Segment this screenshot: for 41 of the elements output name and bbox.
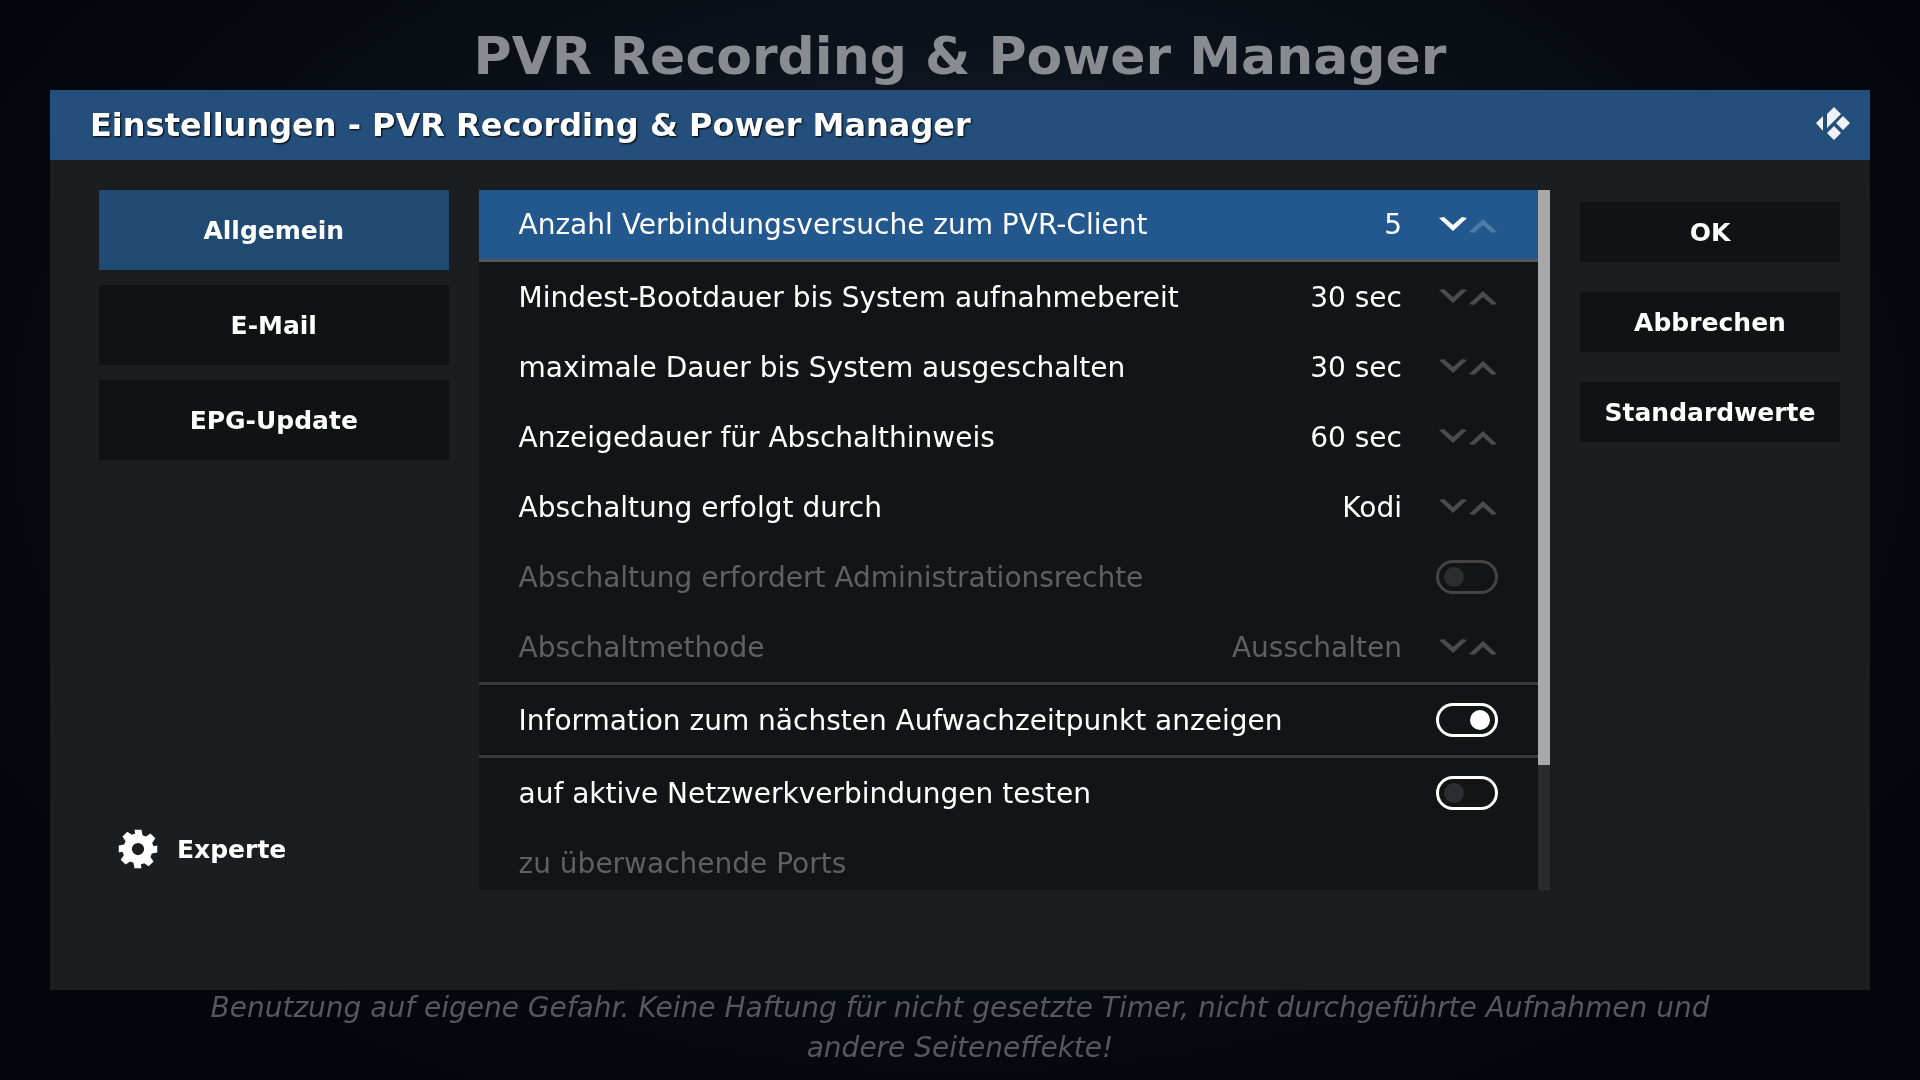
dialog-button[interactable]: Abbrechen	[1580, 292, 1840, 352]
increase-arrow-icon[interactable]	[1468, 498, 1498, 516]
category-tab[interactable]: EPG-Update	[99, 380, 449, 460]
setting-row[interactable]: Anzahl Verbindungsversuche zum PVR-Client 5	[478, 190, 1538, 262]
setting-label: auf aktive Netzwerkverbindungen testen	[518, 776, 1092, 810]
setting-row[interactable]: Information zum nächsten Aufwachzeitpunkt anzeigen	[478, 685, 1538, 758]
setting-label: Anzahl Verbindungsversuche zum PVR-Client	[518, 208, 1149, 241]
level-label: Experte	[177, 834, 287, 864]
disclaimer-text: Benutzung auf eigene Gefahr. Keine Haftung für nicht gesetzte Timer, nicht durchgeführte Aufnahmen und andere Seiteneffekte!	[209, 990, 1711, 1066]
increase-arrow-icon[interactable]	[1468, 428, 1498, 446]
scrollbar[interactable]	[1538, 190, 1550, 890]
setting-row[interactable]: Mindest-Bootdauer bis System aufnahmebereit 30 sec	[478, 262, 1538, 332]
dialog-button[interactable]: Standardwerte	[1580, 382, 1840, 442]
setting-row[interactable]: Anzeigedauer für Abschalthinweis 60 sec	[478, 402, 1538, 472]
setting-label: Anzeigedauer für Abschalthinweis	[518, 420, 996, 454]
settings-level-button[interactable]: Experte	[99, 828, 449, 870]
settings-icon	[117, 828, 159, 870]
category-tab[interactable]: E-Mail	[99, 285, 449, 365]
setting-value: 5	[1384, 208, 1402, 241]
dialog-title: Einstellungen - PVR Recording & Power Manager	[90, 106, 971, 144]
increase-arrow-icon[interactable]	[1468, 288, 1498, 306]
setting-row[interactable]: maximale Dauer bis System ausgeschalten 30 sec	[478, 332, 1538, 402]
setting-row[interactable]: auf aktive Netzwerkverbindungen testen	[478, 758, 1538, 828]
setting-label: Mindest-Bootdauer bis System aufnahmebereit	[518, 280, 1180, 314]
setting-label: maximale Dauer bis System ausgeschalten	[518, 350, 1127, 384]
setting-label: Information zum nächsten Aufwachzeitpunkt anzeigen	[518, 703, 1284, 737]
setting-label: Abschaltung erfolgt durch	[518, 490, 883, 524]
setting-label: Abschaltung erfordert Administrationsrechte	[518, 560, 1145, 594]
category-tab[interactable]: Allgemein	[99, 190, 449, 270]
setting-row[interactable]: Abschaltung erfolgt durch Kodi	[478, 472, 1538, 542]
setting-value: Ausschalten	[1231, 630, 1402, 664]
decrease-arrow-icon[interactable]	[1438, 215, 1468, 234]
setting-label: zu überwachende Ports	[518, 846, 848, 880]
increase-arrow-icon[interactable]	[1468, 358, 1498, 376]
setting-value: Kodi	[1342, 490, 1402, 524]
setting-value: 30 sec	[1310, 350, 1402, 384]
setting-label: Abschaltmethode	[518, 630, 766, 664]
dialog-button[interactable]: OK	[1580, 202, 1840, 262]
setting-value: 30 sec	[1310, 280, 1402, 314]
setting-value: 60 sec	[1310, 420, 1402, 454]
page-title: PVR Recording & Power Manager	[473, 25, 1447, 88]
